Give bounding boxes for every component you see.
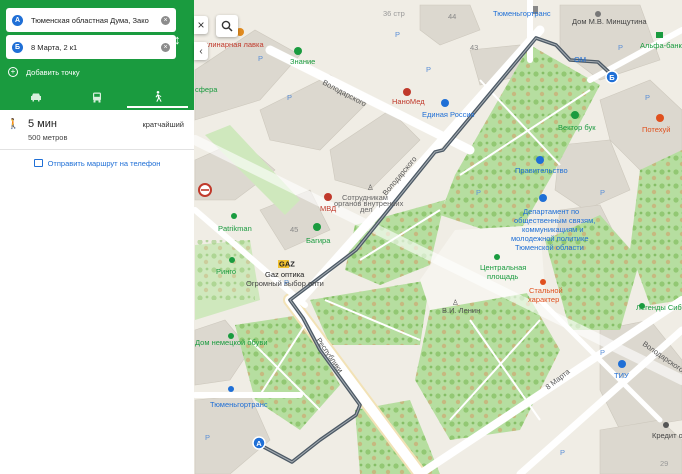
car-icon [31,93,42,102]
bus-icon [93,92,101,102]
svg-text:площадь: площадь [487,272,518,281]
svg-text:Багира: Багира [306,236,331,245]
no-entry-sign-icon [198,183,212,197]
svg-text:P: P [205,433,210,442]
svg-text:P: P [287,93,292,102]
house-number: 29 [660,459,668,468]
from-field[interactable]: А Тюменская областная Дума, Зако × [6,8,176,32]
svg-text:P: P [560,448,565,457]
svg-text:Тюменьгортранс: Тюменьгортранс [493,9,551,18]
svg-text:Тюменьгортранс: Тюменьгортранс [210,400,268,409]
search-button[interactable] [216,15,238,37]
mode-car[interactable] [6,86,67,108]
svg-text:НаноМед: НаноМед [392,97,425,106]
walk-icon: 🚶 [7,119,20,130]
svg-text:Альфа-банк: Альфа-банк [640,41,682,50]
poi-sfera: сфера [195,85,218,94]
route-summary[interactable]: 🚶 5 мин 500 метров кратчайший [0,110,194,150]
svg-text:ТИУ: ТИУ [614,371,629,380]
svg-text:Департамент по: Департамент по [523,207,579,216]
svg-text:P: P [476,188,481,197]
svg-text:Центральная: Центральная [480,263,526,272]
swap-points-icon[interactable]: ↕ [174,32,181,47]
walk-icon [155,90,162,102]
svg-text:Дом М.В. Минщутина: Дом М.В. Минщутина [572,17,647,26]
svg-text:♙: ♙ [367,183,374,192]
mode-walk[interactable] [127,86,189,108]
house-number: 44 [448,12,456,21]
from-input[interactable]: Тюменская областная Дума, Зако [31,16,159,25]
to-input[interactable]: 8 Марта, 2 к1 [31,43,159,52]
point-b-icon: Б [12,41,23,53]
svg-text:P: P [600,348,605,357]
point-a-icon: А [12,14,23,26]
svg-text:P: P [426,65,431,74]
svg-text:Кредит от: Кредит от [652,431,682,440]
route-start-pin[interactable]: А [252,436,266,450]
svg-text:GAZ: GAZ [279,260,295,269]
svg-text:P: P [284,278,289,287]
svg-text:Кулинарная лавка: Кулинарная лавка [200,40,264,49]
collapse-panel-button[interactable]: ‹ [194,42,208,60]
svg-text:Правительство: Правительство [515,166,568,175]
svg-text:Стальной: Стальной [529,286,563,295]
svg-text:характер: характер [528,295,559,304]
svg-text:Потехуй: Потехуй [642,125,670,134]
clear-to-icon[interactable]: × [161,42,170,52]
close-panel-button[interactable]: × [194,16,208,34]
route-tag: кратчайший [142,120,184,129]
house-number: 45 [290,225,298,234]
house-number: 36 стр [383,9,405,18]
route-end-pin[interactable]: Б [605,70,619,84]
route-distance: 500 метров [28,133,68,142]
transport-modes [6,86,189,108]
svg-text:В.И. Ленин: В.И. Ленин [442,306,480,315]
svg-text:коммуникациям и: коммуникациям и [522,225,584,234]
svg-text:P: P [600,188,605,197]
clear-from-icon[interactable]: × [161,15,170,25]
svg-text:P: P [618,43,623,52]
svg-text:P: P [258,54,263,63]
svg-text:Легенды Сибир: Легенды Сибир [636,303,682,312]
send-phone-icon [33,159,43,167]
svg-text:Б: Б [609,73,615,82]
svg-text:молодежной политике: молодежной политике [511,234,589,243]
add-point-button[interactable]: + Добавить точку [6,62,188,82]
svg-text:Ринго: Ринго [216,267,236,276]
svg-text:Дом немецкой обуви: Дом немецкой обуви [195,338,268,347]
mode-bus[interactable] [67,86,128,108]
svg-text:МВД: МВД [320,204,336,213]
house-number: 43 [470,43,478,52]
send-to-phone-label: Отправить маршрут на телефон [47,158,161,168]
route-duration: 5 мин [28,118,57,130]
plus-icon: + [8,67,18,77]
svg-text:P: P [395,30,400,39]
svg-text:общественным связям,: общественным связям, [514,216,595,225]
svg-text:Вектор бук: Вектор бук [558,123,596,132]
poi-om: ОМ [574,55,586,64]
to-field[interactable]: Б 8 Марта, 2 к1 × [6,35,176,59]
route-panel: А Тюменская областная Дума, Зако × Б 8 М… [0,0,194,474]
send-to-phone-button[interactable]: Отправить маршрут на телефон [0,150,194,176]
close-icon: × [197,18,205,32]
svg-text:дел: дел [360,205,373,214]
svg-text:Знание: Знание [290,57,315,66]
route-form: А Тюменская областная Дума, Зако × Б 8 М… [0,0,194,110]
chevron-left-icon: ‹ [199,45,203,57]
svg-text:Тюменской области: Тюменской области [515,243,584,252]
add-point-label: Добавить точку [26,67,80,77]
svg-text:P: P [645,93,650,102]
poi-legendy-sibiri[interactable]: Легенды Сибир [636,303,682,312]
search-icon [221,20,233,32]
svg-text:Единая Россия: Единая Россия [422,110,475,119]
svg-text:А: А [256,439,262,448]
svg-text:Patrikman: Patrikman [218,224,252,233]
